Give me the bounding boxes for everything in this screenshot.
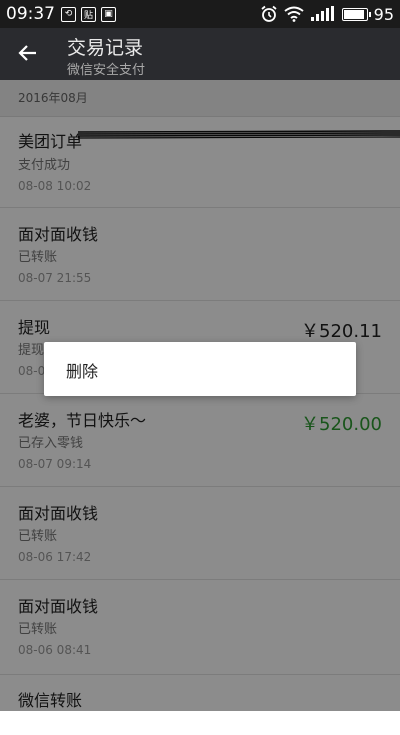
status-bar: 09:37 ⟲ 贴 ▣ 95 [0,0,400,28]
battery-level: 95 [373,4,394,24]
app-bar: 交易记录 微信安全支付 [0,28,400,80]
page-subtitle: 微信安全支付 [67,63,146,78]
tieba-icon: 贴 [81,6,96,22]
wechat-icon: ⟲ [61,6,76,22]
status-time: 09:37 [6,4,55,24]
page-title: 交易记录 [67,37,144,59]
back-arrow-icon[interactable] [16,41,40,65]
alarm-icon [261,5,277,22]
gallery-icon: ▣ [101,6,116,22]
wifi-icon [284,6,304,22]
battery-fill [343,9,364,19]
signal-icon [310,6,334,21]
battery-icon [341,7,371,21]
context-menu: 删除 [44,342,356,396]
delete-option[interactable]: 删除 [66,358,98,382]
